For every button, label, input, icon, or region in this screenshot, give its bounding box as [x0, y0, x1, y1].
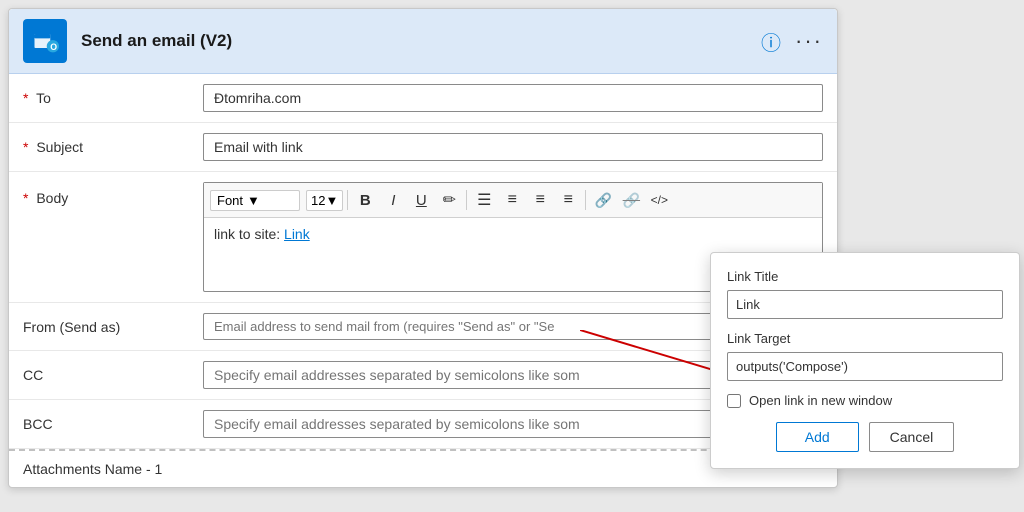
popup-actions: Add Cancel [727, 422, 1003, 452]
open-new-window-row: Open link in new window [727, 393, 1003, 408]
link-button[interactable]: 🔗 [590, 187, 616, 213]
numbered-list-button[interactable]: ≡ [499, 187, 525, 213]
link-title-label: Link Title [727, 269, 1003, 284]
size-dropdown-icon: ▼ [325, 193, 338, 208]
panel-header: O Send an email (V2) ⓘ ··· [9, 9, 837, 74]
link-target-input[interactable] [727, 352, 1003, 381]
open-new-window-label: Open link in new window [749, 393, 892, 408]
to-input[interactable] [203, 84, 823, 112]
cc-label: CC [23, 361, 203, 383]
more-options-icon[interactable]: ··· [795, 28, 823, 54]
toolbar-divider-2 [466, 190, 467, 210]
add-button[interactable]: Add [776, 422, 859, 452]
dropdown-arrow-icon: ▼ [247, 193, 260, 208]
body-required-star: * [23, 190, 28, 206]
link-title-input[interactable] [727, 290, 1003, 319]
help-icon[interactable]: ⓘ [761, 27, 781, 56]
highlight-button[interactable]: ✏ [436, 187, 462, 213]
subject-required-star: * [23, 139, 28, 155]
subject-row: * Subject [9, 123, 837, 172]
body-link[interactable]: Link [284, 226, 310, 242]
bcc-label: BCC [23, 410, 203, 432]
svg-text:O: O [50, 42, 57, 52]
code-button[interactable]: </> [646, 187, 672, 213]
link-popup: Link Title Link Target Open link in new … [710, 252, 1020, 469]
attachments-label: Attachments Name - 1 [23, 461, 162, 477]
panel-title: Send an email (V2) [81, 31, 761, 51]
body-label: * Body [23, 182, 203, 206]
to-row: * To [9, 74, 837, 123]
from-label: From (Send as) [23, 313, 203, 335]
align-right-button[interactable]: ≡ [555, 187, 581, 213]
cancel-button[interactable]: Cancel [869, 422, 955, 452]
outlook-icon: O [23, 19, 67, 63]
subject-input[interactable] [203, 133, 823, 161]
open-new-window-checkbox[interactable] [727, 394, 741, 408]
body-text-prefix: link to site: [214, 226, 284, 242]
toolbar-divider-1 [347, 190, 348, 210]
bold-button[interactable]: B [352, 187, 378, 213]
font-size-selector[interactable]: 12 ▼ [306, 190, 343, 211]
italic-button[interactable]: I [380, 187, 406, 213]
bullet-list-button[interactable]: ☰ [471, 187, 497, 213]
align-left-button[interactable]: ≡ [527, 187, 553, 213]
toolbar-divider-3 [585, 190, 586, 210]
editor-toolbar: Font ▼ 12 ▼ B I U ✏ ☰ ≡ ≡ ≡ [204, 183, 822, 218]
unlink-button[interactable]: 🔗 [618, 187, 644, 213]
to-label: * To [23, 84, 203, 106]
underline-button[interactable]: U [408, 187, 434, 213]
link-target-label: Link Target [727, 331, 1003, 346]
subject-label: * Subject [23, 133, 203, 155]
to-required-star: * [23, 90, 28, 106]
header-actions: ⓘ ··· [761, 27, 823, 56]
font-selector[interactable]: Font ▼ [210, 190, 300, 211]
